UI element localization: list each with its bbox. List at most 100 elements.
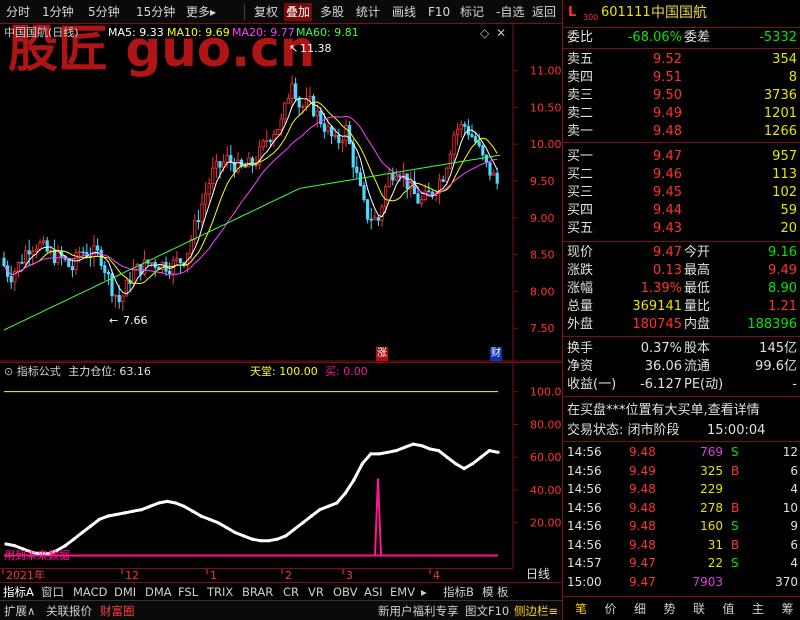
toolbar-back-button[interactable]: 返回 — [532, 3, 556, 21]
tab-asi[interactable]: ASI — [364, 584, 383, 600]
toolbar-multistock-button[interactable]: 多股 — [320, 3, 344, 21]
sidebar-toggle-button[interactable]: 侧边栏≡ — [514, 603, 558, 619]
candle-body — [178, 258, 182, 264]
finance-badge[interactable]: 财 — [490, 347, 502, 361]
bid-row[interactable]: 买四 9.44 59 — [563, 202, 800, 220]
toolbar-stats-button[interactable]: 统计 — [356, 3, 380, 21]
position-point — [437, 449, 441, 453]
tick-time: 14:56 — [567, 445, 602, 459]
ask-row[interactable]: 卖二 9.49 1201 — [563, 105, 800, 123]
candle-body — [322, 123, 327, 132]
candle-body — [358, 172, 363, 186]
quote-tab[interactable]: 主 — [746, 600, 770, 618]
quote-tab[interactable]: 价 — [599, 600, 623, 618]
tab-indicator-b[interactable]: 指标B — [443, 584, 474, 600]
tab-trix[interactable]: TRIX — [207, 584, 233, 600]
indicator-formula-label[interactable]: 指标公式 — [17, 365, 61, 378]
period-label[interactable]: 日线 — [526, 567, 550, 581]
toolbar-more-button[interactable]: 更多▸ — [186, 3, 216, 21]
tab-fsl[interactable]: FSL — [178, 584, 198, 600]
expand-button[interactable]: 扩展∧ — [4, 603, 35, 619]
toolbar-fuquan-button[interactable]: 复权 — [254, 3, 278, 21]
candle-body — [96, 245, 100, 251]
stat-row: 涨幅 1.39% 最低 8.90 — [563, 280, 800, 298]
bid-row[interactable]: 买一 9.47 957 — [563, 148, 800, 166]
x-tick-label: 4 — [433, 569, 440, 582]
tick-volume: 22 — [707, 556, 723, 570]
diamond-icon[interactable]: ◇ — [480, 26, 489, 40]
indicator-menu-icon[interactable]: ⊙ — [4, 365, 13, 378]
toolbar-overlay-button[interactable]: 叠加 — [284, 3, 313, 21]
tab-indicator-a[interactable]: 指标A — [3, 584, 34, 600]
stat-label: 净资 — [567, 359, 594, 374]
wealth-circle-button[interactable]: 财富圈 — [100, 603, 135, 619]
quote-tab[interactable]: 笔 — [569, 600, 593, 618]
tab-macd[interactable]: MACD — [73, 584, 107, 600]
tab-dmi[interactable]: DMI — [114, 584, 136, 600]
candle-body — [491, 172, 496, 176]
bid-row[interactable]: 买三 9.45 102 — [563, 184, 800, 202]
new-user-benefit-link[interactable]: 新用户福利专享 — [378, 603, 459, 619]
bid-row[interactable]: 买五 9.43 20 — [563, 220, 800, 238]
quote-tab[interactable]: 筹 — [776, 600, 800, 618]
quote-tab[interactable]: 联 — [687, 600, 711, 618]
bid-label: 买五 — [567, 221, 594, 236]
toolbar-mark-button[interactable]: 标记 — [460, 3, 484, 21]
trade-status-label: 交易状态: 闭市阶段 — [567, 423, 680, 438]
stat-row: 净资 36.06 流通 99.6亿 — [563, 358, 800, 376]
toolbar-f10-button[interactable]: F10 — [428, 3, 450, 21]
toolbar-tab-timeshare[interactable]: 分时 — [6, 3, 30, 21]
tab-emv[interactable]: EMV — [390, 584, 415, 600]
position-point — [140, 508, 144, 512]
big-order-notice-text: 在买盘***位置有大买单,查看详情 — [567, 403, 760, 418]
quote-tab[interactable]: 细 — [628, 600, 652, 618]
ask-row[interactable]: 卖四 9.51 8 — [563, 69, 800, 87]
position-point — [4, 542, 8, 546]
f10-graphic-link[interactable]: 图文F10 — [465, 603, 509, 619]
tick-volume: 325 — [700, 463, 723, 478]
indicator-chart[interactable]: 100.0 80.00 60.00 40.00 20.00 ⊙ 指标公式 主力仓位: 6… — [0, 362, 562, 568]
quote-panel: L 300 601111 中国国航 委比 -68.06% 委差 -5332 卖五… — [562, 0, 800, 620]
ask-row[interactable]: 卖五 9.52 354 — [563, 51, 800, 69]
tab-window[interactable]: 窗口 — [41, 584, 64, 600]
price-tick-label: 8.00 — [530, 285, 555, 298]
toolbar-tab-5min[interactable]: 5分钟 — [88, 3, 120, 21]
indicator-tick-label: 40.00 — [530, 484, 562, 497]
toolbar-tab-1min[interactable]: 1分钟 — [42, 3, 74, 21]
limit-up-badge[interactable]: 涨 — [376, 347, 388, 361]
kline-chart[interactable]: 股匠 guo.cn 11.00 10.50 10.00 9.50 9.00 8.50 8.0… — [0, 20, 562, 362]
tab-obv[interactable]: OBV — [333, 584, 357, 600]
stat-label: 外盘 — [567, 317, 594, 332]
tab-brar[interactable]: BRAR — [242, 584, 273, 600]
candle-body — [218, 161, 222, 168]
position-point — [174, 501, 178, 505]
candle-body — [333, 134, 337, 137]
stat-value: 369141 — [632, 299, 682, 314]
toolbar-draw-button[interactable]: 画线 — [392, 3, 416, 21]
big-order-notice[interactable]: 在买盘***位置有大买单,查看详情 — [563, 401, 800, 421]
stat-label: 流通 — [684, 359, 711, 374]
related-quote-button[interactable]: 关联报价 — [46, 603, 92, 619]
ask-row[interactable]: 卖三 9.50 3736 — [563, 87, 800, 105]
tab-dma[interactable]: DMA — [145, 584, 172, 600]
ask-row[interactable]: 卖一 9.48 1266 — [563, 123, 800, 141]
quote-tab[interactable]: 势 — [658, 600, 682, 618]
bid-row[interactable]: 买二 9.46 113 — [563, 166, 800, 184]
candle-body — [103, 265, 107, 273]
tick-volume: 278 — [700, 500, 723, 515]
trade-status-row: 交易状态: 闭市阶段 15:00:04 — [563, 421, 800, 441]
tab-template[interactable]: 模 — [482, 584, 494, 600]
tab-board[interactable]: 板 — [497, 584, 509, 600]
tab-cr[interactable]: CR — [283, 584, 299, 600]
position-point — [309, 514, 313, 518]
toolbar-tab-15min[interactable]: 15分钟 — [136, 3, 175, 21]
stat-label: PE(动) — [684, 377, 724, 392]
tab-more-icon[interactable]: ▸ — [421, 584, 427, 600]
candle-body — [78, 251, 82, 254]
candle-body — [167, 270, 172, 274]
toolbar-remove-favorite-button[interactable]: -自选 — [496, 3, 524, 21]
price-tick-label: 11.00 — [530, 65, 562, 78]
quote-tab[interactable]: 值 — [717, 600, 741, 618]
tab-vr[interactable]: VR — [308, 584, 324, 600]
close-icon[interactable]: ✕ — [496, 26, 506, 40]
